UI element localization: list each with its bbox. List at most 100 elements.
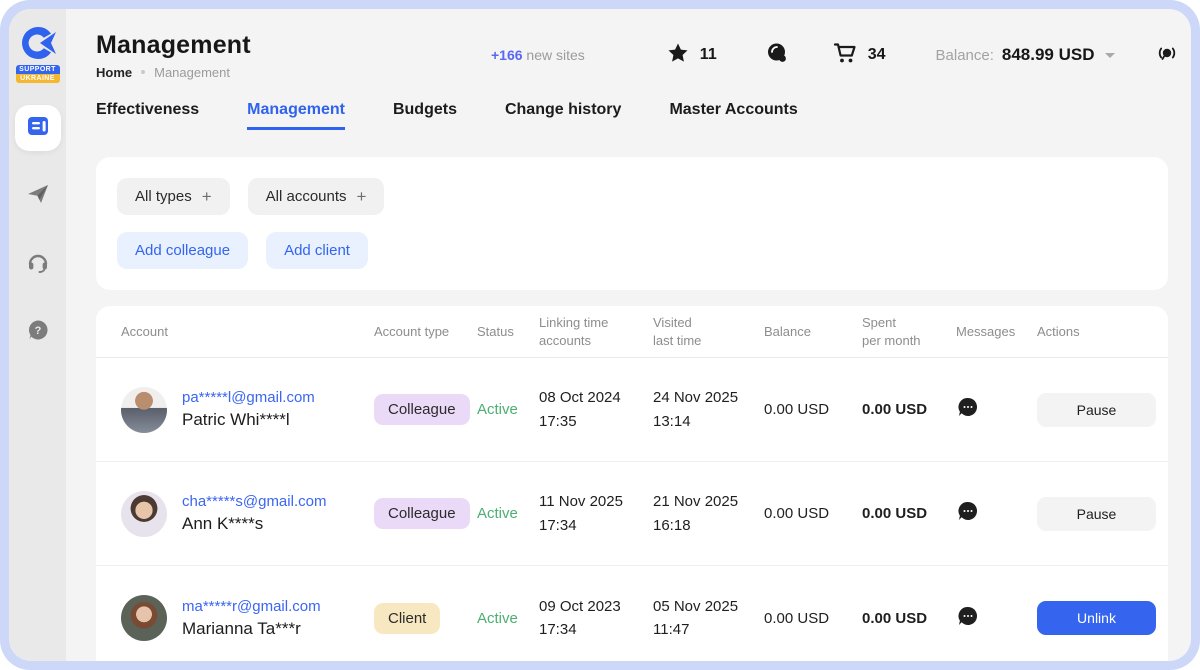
column-header-messages: Messages — [956, 323, 1037, 341]
message-bubble-icon — [957, 396, 979, 418]
table-row: pa*****l@gmail.com Patric Whi****l Colle… — [96, 358, 1168, 462]
balance-cell: 0.00 USD — [764, 401, 862, 418]
spent-cell: 0.00 USD — [862, 401, 956, 418]
svg-text:?: ? — [34, 325, 41, 337]
column-header-account: Account — [121, 323, 374, 341]
unlink-button[interactable]: Unlink — [1037, 601, 1156, 635]
tab-change-history[interactable]: Change history — [505, 101, 621, 130]
pause-button[interactable]: Pause — [1037, 497, 1156, 531]
balance-selector[interactable]: Balance: 848.99 USD — [936, 45, 1115, 65]
column-header-visited: Visited last time — [653, 314, 764, 349]
table-row: ma*****r@gmail.com Marianna Ta***r Clien… — [96, 566, 1168, 661]
new-sites-count: +166 — [491, 47, 523, 63]
favorites-counter[interactable]: 11 — [667, 42, 717, 69]
breadcrumb: Home Management — [96, 65, 491, 80]
favorites-count: 11 — [700, 46, 717, 64]
tab-management[interactable]: Management — [247, 101, 345, 130]
sidebar-item-help[interactable]: ? — [15, 309, 61, 355]
add-client-button[interactable]: Add client — [266, 232, 368, 269]
account-email-link[interactable]: pa*****l@gmail.com — [182, 389, 315, 406]
column-header-actions: Actions — [1037, 323, 1168, 341]
account-name: Ann K****s — [182, 514, 326, 534]
app-window: SUPPORT UKRAINE — [9, 9, 1191, 661]
new-sites-indicator[interactable]: +166 new sites — [491, 47, 585, 63]
plus-icon: + — [202, 187, 212, 207]
support-ukraine-badge: SUPPORT UKRAINE — [16, 65, 60, 83]
messages-button[interactable] — [956, 396, 980, 420]
message-bubble-icon — [957, 500, 979, 522]
star-icon — [667, 42, 689, 69]
breadcrumb-current: Management — [154, 65, 230, 80]
add-colleague-button[interactable]: Add colleague — [117, 232, 248, 269]
tab-master-accounts[interactable]: Master Accounts — [669, 101, 797, 130]
filter-row: All types + All accounts + — [117, 178, 1147, 215]
account-name: Patric Whi****l — [182, 410, 315, 430]
chat-indicator[interactable] — [765, 41, 789, 70]
filter-all-accounts[interactable]: All accounts + — [248, 178, 385, 215]
avatar — [121, 491, 167, 537]
chevron-down-icon — [1105, 53, 1115, 58]
sidebar-item-support[interactable] — [15, 241, 61, 287]
sidebar-menu: ? — [15, 105, 61, 355]
table-row: cha*****s@gmail.com Ann K****s Colleague… — [96, 462, 1168, 566]
sidebar-item-feed[interactable] — [15, 105, 61, 151]
accounts-table: Account Account type Status Linking time… — [96, 306, 1168, 661]
column-header-linking-time: Linking time accounts — [539, 314, 653, 349]
notifications-button[interactable] — [1155, 41, 1179, 70]
ukraine-label: UKRAINE — [16, 74, 60, 83]
table-header-row: Account Account type Status Linking time… — [96, 306, 1168, 358]
brand-c-arrow-icon — [18, 23, 58, 63]
support-label: SUPPORT — [16, 65, 60, 74]
account-type-badge: Colleague — [374, 394, 470, 425]
brand-logo[interactable]: SUPPORT UKRAINE — [16, 23, 60, 83]
column-header-balance: Balance — [764, 323, 862, 341]
filter-all-types-label: All types — [135, 188, 192, 205]
account-cell: pa*****l@gmail.com Patric Whi****l — [121, 387, 374, 433]
messages-button[interactable] — [956, 500, 980, 524]
balance-cell: 0.00 USD — [764, 610, 862, 627]
chat-bubble-icon — [765, 41, 789, 70]
filters-panel: All types + All accounts + Add colleague… — [96, 157, 1168, 290]
topbar: Management Home Management +166 new site… — [96, 9, 1168, 101]
tab-budgets[interactable]: Budgets — [393, 101, 457, 130]
status-badge: Active — [477, 505, 539, 522]
account-type-badge: Client — [374, 603, 440, 634]
account-email-link[interactable]: cha*****s@gmail.com — [182, 493, 326, 510]
balance-cell: 0.00 USD — [764, 505, 862, 522]
cart-count: 34 — [868, 46, 886, 64]
main-area: Management Home Management +166 new site… — [66, 9, 1191, 661]
message-bubble-icon — [957, 605, 979, 627]
column-header-status: Status — [477, 323, 539, 341]
headset-icon — [26, 250, 50, 279]
account-cell: cha*****s@gmail.com Ann K****s — [121, 491, 374, 537]
column-header-spent: Spent per month — [862, 314, 956, 349]
linking-time-cell: 08 Oct 2024 17:35 — [539, 386, 653, 433]
add-colleague-label: Add colleague — [135, 242, 230, 259]
cart-counter[interactable]: 34 — [833, 41, 886, 70]
tab-effectiveness[interactable]: Effectiveness — [96, 101, 199, 130]
cart-icon — [833, 41, 857, 70]
app-frame: SUPPORT UKRAINE — [0, 0, 1200, 670]
breadcrumb-separator — [141, 70, 145, 74]
account-email-link[interactable]: ma*****r@gmail.com — [182, 598, 321, 615]
sidebar: SUPPORT UKRAINE — [9, 9, 66, 661]
column-header-account-type: Account type — [374, 323, 477, 341]
avatar — [121, 595, 167, 641]
linking-time-cell: 11 Nov 2025 17:34 — [539, 490, 653, 537]
spent-cell: 0.00 USD — [862, 610, 956, 627]
plus-icon: + — [357, 187, 367, 207]
pause-button[interactable]: Pause — [1037, 393, 1156, 427]
filter-all-types[interactable]: All types + — [117, 178, 230, 215]
breadcrumb-home[interactable]: Home — [96, 65, 132, 80]
balance-label: Balance: — [936, 47, 994, 64]
feed-icon — [25, 113, 51, 144]
status-badge: Active — [477, 401, 539, 418]
sidebar-item-telegram[interactable] — [15, 173, 61, 219]
account-name: Marianna Ta***r — [182, 619, 321, 639]
add-client-label: Add client — [284, 242, 350, 259]
account-type-badge: Colleague — [374, 498, 470, 529]
page-title: Management — [96, 31, 491, 60]
question-bubble-icon: ? — [26, 318, 50, 347]
messages-button[interactable] — [956, 605, 980, 629]
title-block: Management Home Management — [96, 31, 491, 80]
